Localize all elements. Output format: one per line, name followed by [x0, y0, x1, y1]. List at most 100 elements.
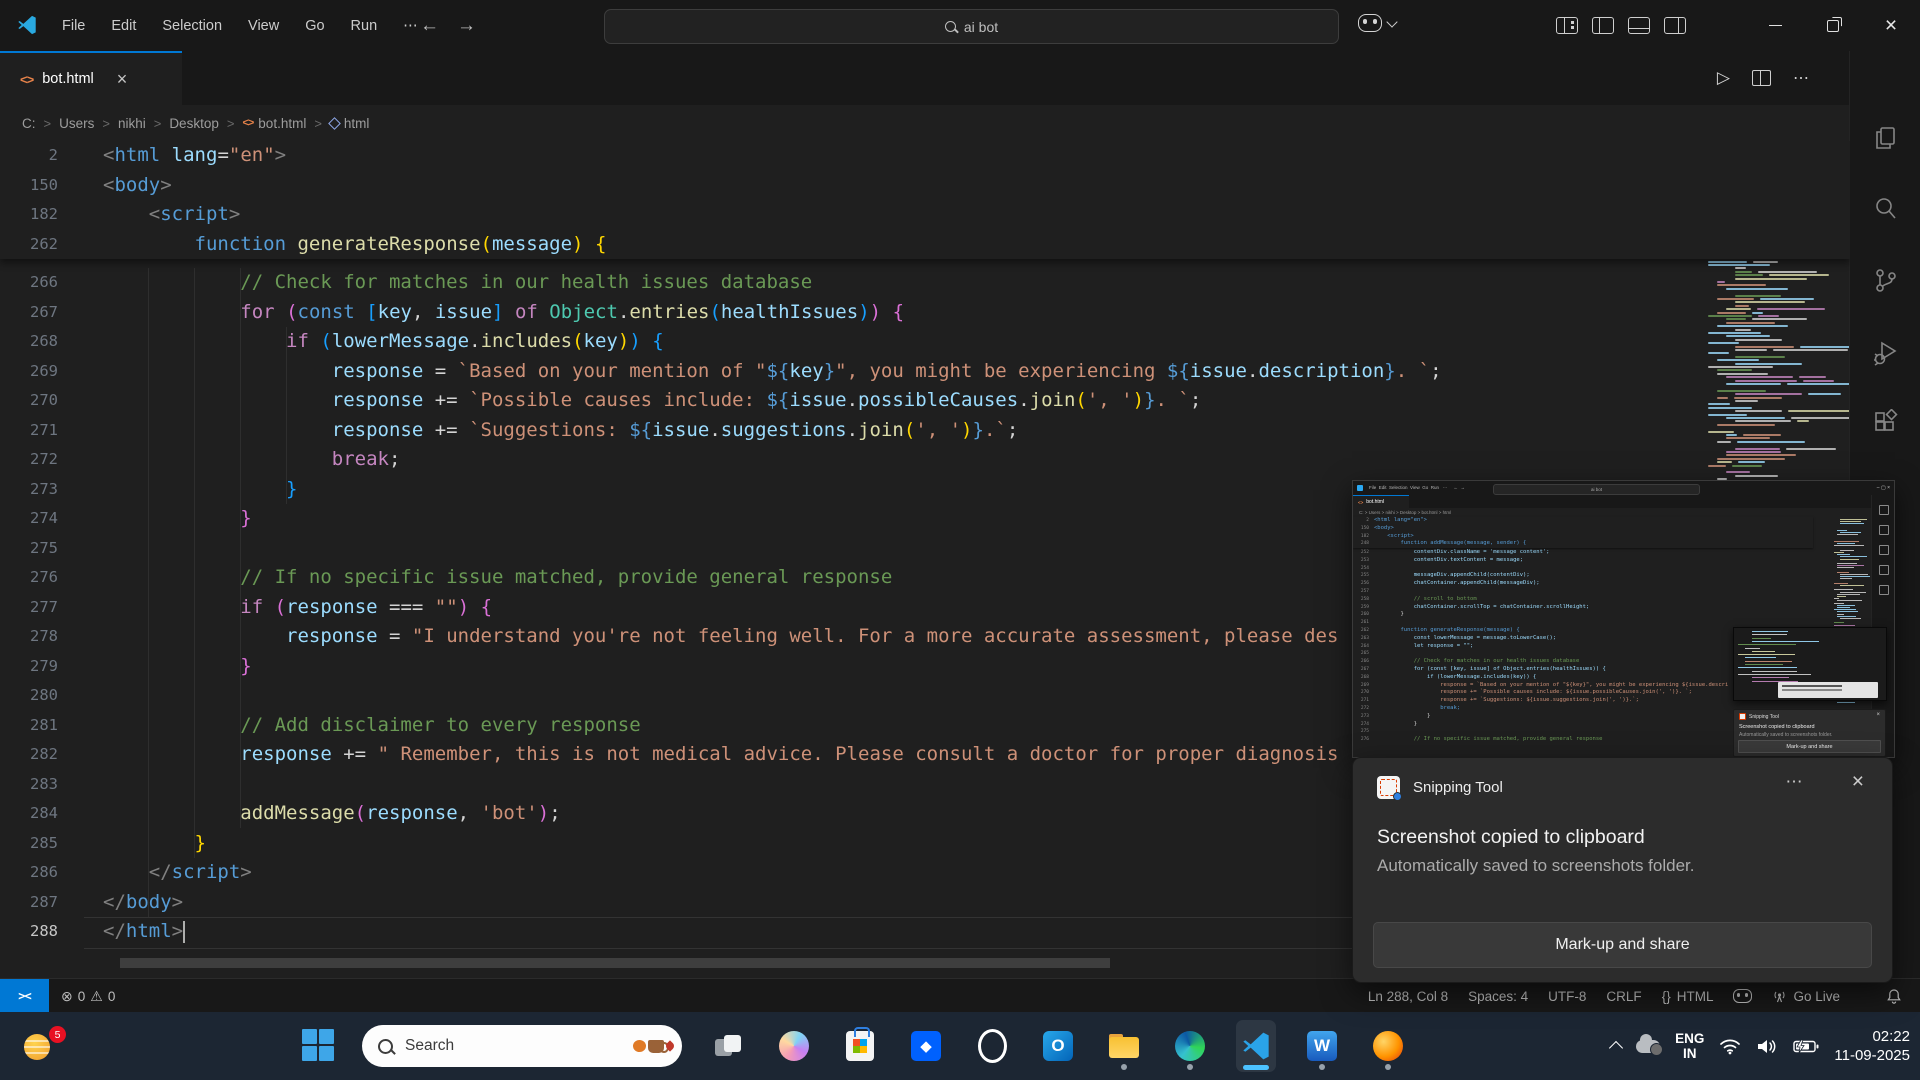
clock[interactable]: 02:22 11-09-2025 [1834, 1027, 1910, 1065]
line-number[interactable]: 266 [0, 268, 58, 298]
line-number[interactable]: 2 [0, 141, 58, 171]
code-line[interactable]: 269 response = `Based on your mention of… [0, 357, 1850, 387]
volume-icon[interactable] [1756, 1038, 1778, 1055]
widgets-button[interactable]: 5 [22, 1026, 66, 1066]
line-number[interactable]: 262 [0, 230, 58, 260]
eol-sequence[interactable]: CRLF [1606, 989, 1641, 1004]
language-mode[interactable]: {} HTML [1662, 989, 1714, 1004]
go-live[interactable]: Go Live [1772, 989, 1840, 1004]
breadcrumb-symbol[interactable]: html [328, 116, 369, 131]
line-number[interactable]: 273 [0, 475, 58, 505]
extensions-icon[interactable] [1872, 408, 1899, 436]
cursor-position[interactable]: Ln 288, Col 8 [1368, 989, 1448, 1004]
taskbar-dropbox[interactable]: ◆ [906, 1020, 946, 1072]
toast-close-icon[interactable]: × [1852, 770, 1864, 794]
start-button[interactable] [302, 1029, 336, 1063]
scrollbar-thumb[interactable] [120, 958, 1110, 968]
line-number[interactable]: 287 [0, 888, 58, 918]
source-control-icon[interactable] [1872, 267, 1899, 294]
close-button[interactable]: × [1862, 0, 1920, 51]
breadcrumb-users[interactable]: Users [59, 116, 94, 131]
breadcrumb-drive[interactable]: C: [22, 116, 36, 131]
line-number[interactable]: 281 [0, 711, 58, 741]
onedrive-icon[interactable] [1636, 1033, 1664, 1056]
code-line[interactable]: 262 function generateResponse(message) { [0, 230, 1850, 260]
line-number[interactable]: 288 [0, 917, 58, 947]
remote-indicator[interactable]: >< [0, 979, 49, 1013]
run-debug-icon[interactable] [1872, 339, 1899, 366]
menu-run[interactable]: Run [339, 13, 390, 39]
line-number[interactable]: 279 [0, 652, 58, 682]
indentation[interactable]: Spaces: 4 [1468, 989, 1528, 1004]
menu-view[interactable]: View [236, 13, 291, 39]
line-number[interactable]: 282 [0, 740, 58, 770]
taskbar-copilot[interactable] [774, 1020, 814, 1072]
taskbar-search[interactable]: Search [362, 1025, 682, 1067]
restore-button[interactable] [1804, 0, 1862, 51]
toggle-panel-icon[interactable] [1628, 17, 1650, 34]
copilot-menu[interactable] [1358, 14, 1398, 32]
line-number[interactable]: 268 [0, 327, 58, 357]
explorer-icon[interactable] [1872, 125, 1899, 152]
run-file-icon[interactable]: ▷ [1717, 68, 1730, 88]
line-number[interactable]: 275 [0, 534, 58, 564]
split-editor-icon[interactable] [1752, 70, 1771, 86]
line-number[interactable]: 272 [0, 445, 58, 475]
taskbar-task-view[interactable] [708, 1020, 748, 1072]
taskbar-outlook[interactable]: O [1038, 1020, 1078, 1072]
taskbar-loop[interactable] [972, 1020, 1012, 1072]
code-line[interactable]: 266 // Check for matches in our health i… [0, 268, 1850, 298]
taskbar-firefox[interactable] [1368, 1020, 1408, 1072]
code-line[interactable]: 267 for (const [key, issue] of Object.en… [0, 298, 1850, 328]
code-line[interactable]: 268 if (lowerMessage.includes(key)) { [0, 327, 1850, 357]
menu-go[interactable]: Go [293, 13, 336, 39]
line-number[interactable]: 150 [0, 171, 58, 201]
back-icon[interactable]: ← [420, 15, 439, 37]
line-number[interactable]: 283 [0, 770, 58, 800]
forward-icon[interactable]: → [457, 15, 476, 37]
code-line[interactable]: 150 <body> [0, 171, 1850, 201]
menu-edit[interactable]: Edit [99, 13, 148, 39]
toast-more-icon[interactable]: ⋯ [1786, 772, 1805, 792]
line-number[interactable]: 270 [0, 386, 58, 416]
command-center-search[interactable]: ai bot [604, 9, 1339, 44]
line-number[interactable]: 269 [0, 357, 58, 387]
taskbar-word[interactable]: W [1302, 1020, 1342, 1072]
problems-indicator[interactable]: ⊗ 0 ⚠ 0 [61, 988, 115, 1005]
line-number[interactable]: 278 [0, 622, 58, 652]
breadcrumb-nikhi[interactable]: nikhi [118, 116, 146, 131]
taskbar-edge[interactable] [1170, 1020, 1210, 1072]
breadcrumb-desktop[interactable]: Desktop [169, 116, 219, 131]
copilot-status-icon[interactable] [1733, 989, 1753, 1003]
code-line[interactable]: 270 response += `Possible causes include… [0, 386, 1850, 416]
code-line[interactable]: 182 <script> [0, 200, 1850, 230]
line-number[interactable]: 277 [0, 593, 58, 623]
line-number[interactable]: 286 [0, 858, 58, 888]
breadcrumb-file[interactable]: <> bot.html [242, 116, 306, 131]
code-line[interactable]: 2 <html lang="en"> [0, 141, 1850, 171]
taskbar-vscode[interactable] [1236, 1020, 1276, 1072]
code-line[interactable]: 271 response += `Suggestions: ${issue.su… [0, 416, 1850, 446]
tab-bot-html[interactable]: <> bot.html × [0, 51, 182, 105]
language-indicator[interactable]: ENG IN [1675, 1031, 1704, 1061]
notifications-bell-icon[interactable] [1886, 988, 1902, 1005]
line-number[interactable]: 280 [0, 681, 58, 711]
code-line[interactable]: 272 break; [0, 445, 1850, 475]
minimize-button[interactable] [1746, 0, 1804, 51]
line-number[interactable]: 267 [0, 298, 58, 328]
line-number[interactable]: 271 [0, 416, 58, 446]
tray-overflow-icon[interactable] [1609, 1040, 1624, 1056]
line-number[interactable]: 182 [0, 200, 58, 230]
tab-close-icon[interactable]: × [117, 69, 128, 90]
taskbar-file-explorer[interactable] [1104, 1020, 1144, 1072]
more-actions-icon[interactable]: ⋯ [1793, 68, 1810, 88]
customize-layout-icon[interactable] [1556, 17, 1578, 34]
wifi-icon[interactable] [1719, 1038, 1741, 1055]
encoding[interactable]: UTF-8 [1548, 989, 1586, 1004]
line-number[interactable]: 285 [0, 829, 58, 859]
taskbar-store[interactable] [840, 1020, 880, 1072]
markup-share-button[interactable]: Mark-up and share [1373, 922, 1872, 968]
menu-selection[interactable]: Selection [150, 13, 234, 39]
toggle-secondary-sidebar-icon[interactable] [1664, 17, 1686, 34]
line-number[interactable]: 284 [0, 799, 58, 829]
